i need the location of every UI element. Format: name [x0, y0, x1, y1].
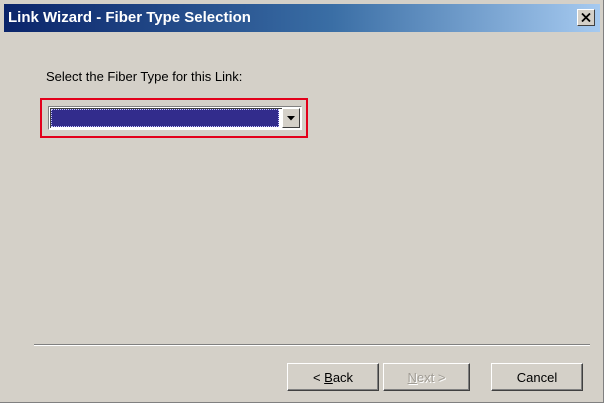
dropdown-selected-value[interactable] — [51, 109, 279, 127]
close-icon — [581, 13, 591, 22]
close-button[interactable] — [577, 9, 595, 26]
back-label-rest: ack — [332, 369, 354, 385]
title-bar[interactable]: Link Wizard - Fiber Type Selection — [4, 4, 600, 32]
dropdown-arrow-button[interactable] — [282, 108, 300, 128]
fiber-type-prompt: Select the Fiber Type for this Link: — [46, 69, 243, 84]
back-button[interactable]: < Back — [287, 363, 379, 391]
next-button[interactable]: Next > — [383, 363, 470, 391]
link-wizard-dialog: Link Wizard - Fiber Type Selection Selec… — [0, 0, 604, 403]
cancel-button[interactable]: Cancel — [491, 363, 583, 391]
fiber-type-dropdown[interactable] — [48, 106, 302, 130]
next-accelerator: N — [407, 369, 417, 385]
next-label-rest: ext > — [416, 369, 446, 385]
footer-separator — [34, 344, 590, 346]
chevron-down-icon — [287, 115, 295, 120]
back-prefix: < — [312, 369, 325, 385]
window-title: Link Wizard - Fiber Type Selection — [8, 9, 251, 26]
back-accelerator: B — [324, 369, 333, 385]
